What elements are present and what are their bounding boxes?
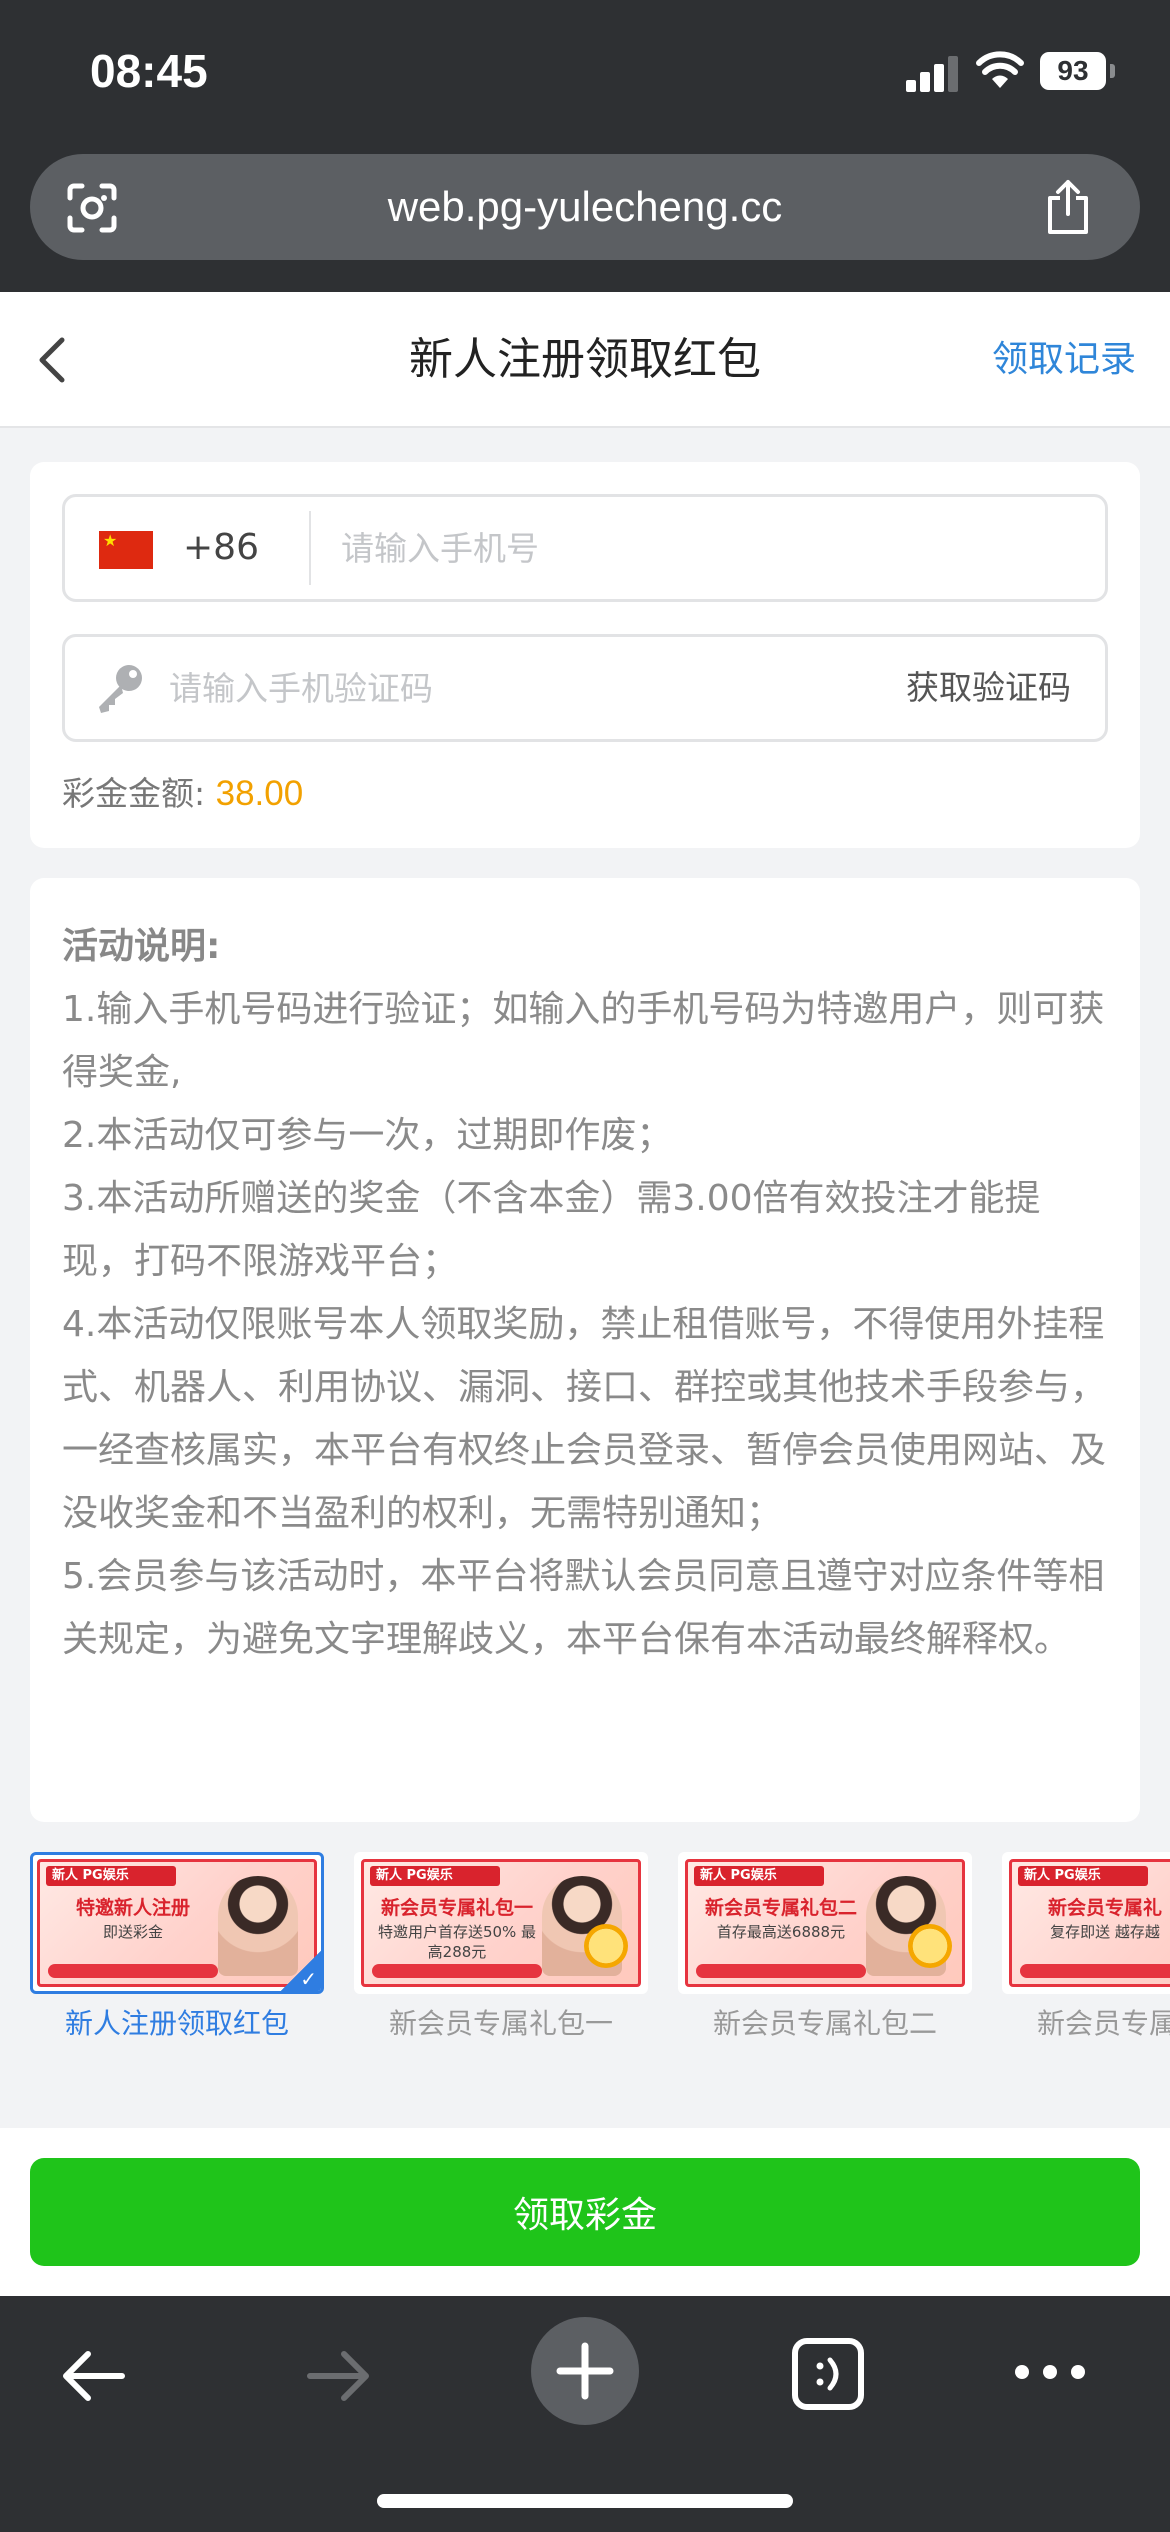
promo-footer-strip [1020,1964,1170,1978]
status-time: 08:45 [90,45,208,97]
promo-banner-pack-three[interactable]: 新人 PG娱乐 新会员专属礼 复存即送 越存越 新会员专属礼包三 [1002,1852,1170,2048]
description-item: 1.输入手机号码进行验证；如输入的手机号码为特邀用户，则可获得奖金, [62,989,1105,1093]
key-icon [99,665,142,713]
promo-subtext: 首存最高送6888元 [716,1923,846,1941]
promo-headline: 新会员专属礼包一 [380,1897,533,1919]
selected-check-icon: ✓ [281,1951,321,1991]
verification-code-input[interactable] [169,637,849,739]
promo-subtext: 复存即送 越存越 [1050,1923,1160,1941]
plus-icon[interactable] [530,2316,640,2426]
bonus-amount-value: 38.00 [215,774,304,813]
promo-banner-pack-one[interactable]: 新人 PG娱乐 新会员专属礼包一 特邀用户首存送50% 最高288元 新会员专属… [354,1852,648,2048]
registration-form: ★ +86 获取验证码 彩金金额: 38.00 [30,462,1140,848]
cellular-signal-icon [906,54,962,92]
promo-banner-pack-two[interactable]: 新人 PG娱乐 新会员专属礼包二 首存最高送6888元 新会员专属礼包二 [678,1852,972,2048]
arrow-left-icon[interactable] [58,2340,130,2412]
get-code-button[interactable]: 获取验证码 [906,637,1071,739]
browser-top-bar: 08:45 93 web.pg-yulecheng.cc [0,0,1170,292]
app-badge-icon [584,1924,628,1968]
address-bar[interactable]: web.pg-yulecheng.cc [30,154,1140,260]
app-badge-icon [908,1924,952,1968]
promo-subtext: 特邀用户首存送50% 最高288元 [377,1923,537,1961]
wifi-icon [976,51,1024,88]
promo-tag: 新人 PG娱乐 [370,1866,500,1886]
description-item: 2.本活动仅可参与一次，过期即作废； [62,1115,673,1156]
promo-banner-image[interactable]: 新人 PG娱乐 特邀新人注册 即送彩金 ✓ [30,1852,324,1994]
promo-headline: 特邀新人注册 [75,1897,190,1919]
bonus-amount-row: 彩金金额: 38.00 [62,772,303,816]
bonus-amount-label: 彩金金额: [62,774,206,813]
more-icon[interactable] [1012,2356,1088,2388]
promo-label[interactable]: 新会员专属礼包三 [1002,2002,1170,2046]
description-item: 4.本活动仅限账号本人领取奖励，禁止租借账号，不得使用外挂程式、机器人、利用协议… [62,1304,1107,1534]
description-item: 3.本活动所赠送的奖金（不含本金）需3.00倍有效投注才能提现，打码不限游戏平台… [62,1178,1041,1282]
promo-tag: 新人 PG娱乐 [46,1866,176,1886]
description-title: 活动说明: [62,926,221,967]
home-indicator[interactable] [377,2494,793,2508]
claim-bonus-button[interactable]: 领取彩金 [30,2158,1140,2266]
share-icon[interactable] [1042,178,1094,236]
promo-headline: 新会员专属礼 [1047,1897,1162,1919]
promo-footer-strip [372,1964,542,1978]
activity-description: 活动说明: 1.输入手机号码进行验证；如输入的手机号码为特邀用户，则可获得奖金,… [30,878,1140,1822]
promo-footer-strip [696,1964,866,1978]
phone-field: ★ +86 [62,494,1108,602]
verification-code-field: 获取验证码 [62,634,1108,742]
china-flag-icon[interactable]: ★ [99,531,153,569]
promo-label[interactable]: 新会员专属礼包二 [678,2002,972,2046]
scan-icon[interactable] [66,182,118,234]
promo-tag: 新人 PG娱乐 [694,1866,824,1886]
battery-tip [1110,64,1115,78]
claim-records-link[interactable]: 领取记录 [992,292,1136,428]
field-divider [309,511,311,585]
promo-banner-new-user[interactable]: 新人 PG娱乐 特邀新人注册 即送彩金 ✓ 新人注册领取红包 [30,1852,324,2048]
page-header: 新人注册领取红包 领取记录 [0,292,1170,428]
promo-banner-image[interactable]: 新人 PG娱乐 新会员专属礼包二 首存最高送6888元 [678,1852,972,1994]
status-bar: 08:45 93 [0,0,1170,150]
promo-label[interactable]: 新会员专属礼包一 [354,2002,648,2046]
promo-label[interactable]: 新人注册领取红包 [30,2002,324,2046]
promo-banner-image[interactable]: 新人 PG娱乐 新会员专属礼 复存即送 越存越 [1002,1852,1170,1994]
promo-tag: 新人 PG娱乐 [1018,1866,1148,1886]
promo-headline: 新会员专属礼包二 [704,1897,857,1919]
url-text[interactable]: web.pg-yulecheng.cc [30,154,1140,260]
tabs-icon[interactable] [790,2336,866,2412]
country-code[interactable]: +86 [183,497,259,599]
promo-subtext: 即送彩金 [102,1923,163,1941]
claim-bar: 领取彩金 [0,2128,1170,2296]
battery-indicator: 93 [1040,52,1106,90]
phone-input[interactable] [341,497,1081,599]
description-item: 5.会员参与该活动时，本平台将默认会员同意且遵守对应条件等相关规定，为避免文字理… [62,1556,1105,1660]
promo-footer-strip [48,1964,218,1978]
promo-banner-image[interactable]: 新人 PG娱乐 新会员专属礼包一 特邀用户首存送50% 最高288元 [354,1852,648,1994]
promo-carousel[interactable]: 新人 PG娱乐 特邀新人注册 即送彩金 ✓ 新人注册领取红包 新人 PG娱乐 新… [0,1852,1170,2048]
browser-toolbar [0,2296,1170,2532]
arrow-right-icon[interactable] [302,2340,374,2412]
